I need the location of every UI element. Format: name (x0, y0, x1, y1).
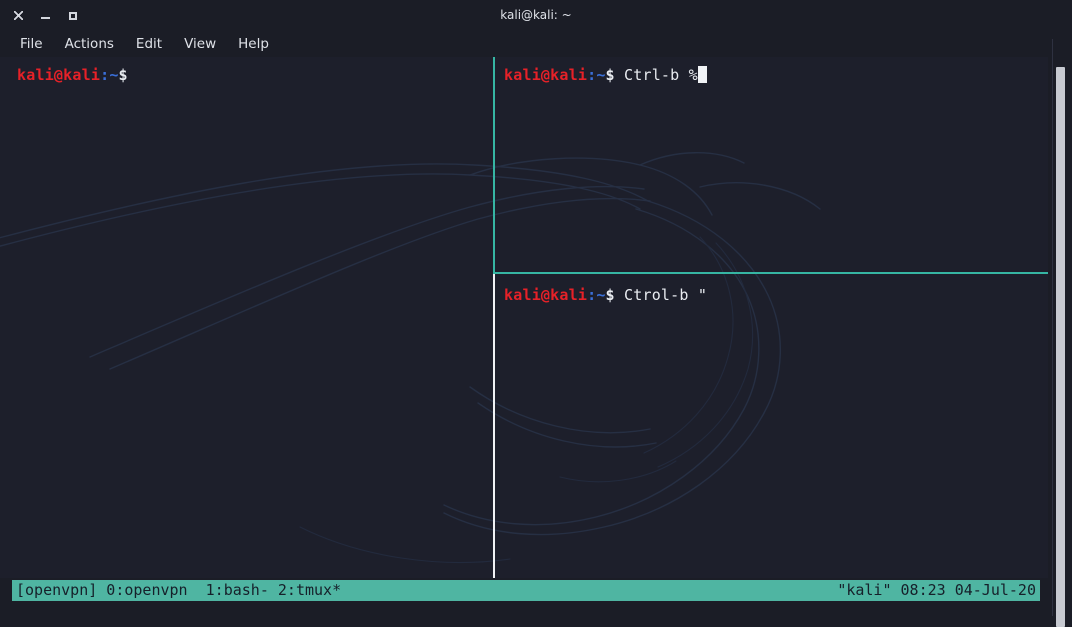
terminal-body[interactable]: kali@kali:~$ kali@kali:~$ Ctrl-b % kali@… (0, 57, 1048, 578)
tmux-status-bar: [openvpn] 0:openvpn 1:bash- 2:tmux* "kal… (12, 580, 1040, 601)
pane-divider-horizontal-active[interactable] (493, 272, 1048, 274)
tmux-status-right: "kali" 08:23 04-Jul-20 (837, 581, 1036, 599)
prompt-line-top-right: kali@kali:~$ Ctrl-b % (496, 57, 1048, 85)
prompt-sigil: $ (605, 286, 615, 304)
prompt-path: ~ (596, 286, 606, 304)
tmux-status-left: [openvpn] 0:openvpn 1:bash- 2:tmux* (16, 581, 342, 599)
terminal-window: kali@kali: ~ File Actions Edit View Help (0, 0, 1072, 627)
command-text-bottom-right: Ctrol-b " (614, 286, 708, 304)
pane-bottom-right[interactable]: kali@kali:~$ Ctrol-b " (496, 277, 1048, 578)
menu-item-view[interactable]: View (184, 36, 216, 52)
prompt-colon: : (587, 286, 597, 304)
command-text-top-right: Ctrl-b % (614, 66, 698, 84)
prompt-path: ~ (109, 66, 119, 84)
menu-item-actions[interactable]: Actions (65, 36, 114, 52)
pane-divider-vertical-active[interactable] (493, 57, 495, 272)
title-bar: kali@kali: ~ (0, 0, 1072, 31)
scrollbar-track-line (1052, 39, 1053, 616)
window-title: kali@kali: ~ (500, 8, 572, 22)
menu-bar: File Actions Edit View Help (0, 31, 1072, 57)
menu-item-edit[interactable]: Edit (136, 36, 162, 52)
prompt-colon: : (100, 66, 110, 84)
scrollbar[interactable] (1048, 31, 1072, 627)
prompt-sigil: $ (605, 66, 615, 84)
pane-top-right[interactable]: kali@kali:~$ Ctrl-b % (496, 57, 1048, 272)
prompt-path: ~ (596, 66, 606, 84)
pane-divider-vertical-inactive[interactable] (493, 274, 495, 578)
prompt-colon: : (587, 66, 597, 84)
prompt-user-host: kali@kali (17, 66, 101, 84)
prompt-user-host: kali@kali (504, 286, 588, 304)
prompt-user-host: kali@kali (504, 66, 588, 84)
scrollbar-thumb[interactable] (1056, 67, 1065, 627)
pane-left[interactable]: kali@kali:~$ (0, 57, 493, 578)
prompt-sigil: $ (118, 66, 128, 84)
menu-item-file[interactable]: File (20, 36, 43, 52)
prompt-line-left: kali@kali:~$ (0, 57, 493, 85)
prompt-line-bottom-right: kali@kali:~$ Ctrol-b " (496, 277, 1048, 305)
menu-item-help[interactable]: Help (238, 36, 269, 52)
text-cursor (697, 66, 707, 83)
